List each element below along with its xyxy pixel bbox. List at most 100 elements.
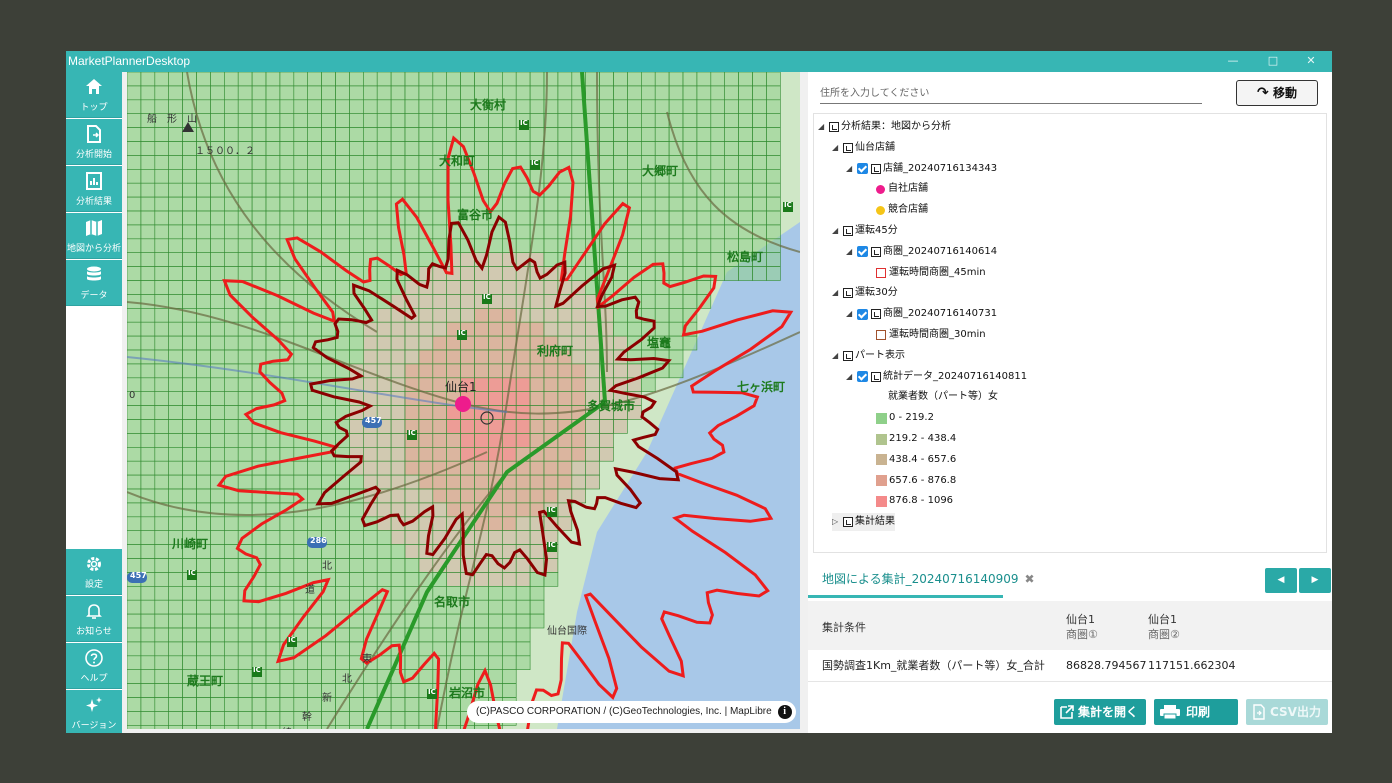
close-button[interactable]: ✕ (1298, 52, 1324, 70)
census-grid-cell (474, 460, 489, 476)
census-grid-cell (474, 321, 489, 337)
tree-node[interactable]: 自社店舗 (876, 180, 928, 198)
census-grid-cell (224, 446, 239, 462)
layer-checkbox[interactable] (857, 371, 868, 383)
nav-analysis-results[interactable]: 分析結果 (66, 166, 122, 212)
tree-node[interactable]: ◢ パート表示 (832, 347, 905, 365)
tab-map-aggregation[interactable]: 地図による集計_20240716140909 ✖ (808, 562, 1035, 598)
census-grid-cell (335, 113, 350, 128)
map-canvas[interactable] (127, 72, 800, 729)
tree-node[interactable]: 0 - 219.2 (876, 409, 934, 427)
census-grid-cell (237, 182, 253, 198)
tree-node[interactable]: ◢ 分析結果：地図から分析 (818, 118, 951, 136)
census-grid-cell (432, 474, 447, 490)
census-grid-cell (724, 266, 739, 281)
tree-node[interactable]: 876.8 - 1096 (876, 492, 953, 510)
census-grid-cell (224, 155, 239, 170)
tree-node[interactable]: ◢ 商圏_20240716140614 (846, 243, 997, 261)
census-grid-cell (404, 155, 420, 170)
next-page-button[interactable]: ▶ (1299, 568, 1331, 593)
prev-page-button[interactable]: ◀ (1265, 568, 1297, 593)
census-grid-cell (529, 502, 545, 518)
collapse-arrow-icon[interactable]: ◢ (832, 284, 840, 302)
tree-node[interactable]: 438.4 - 657.6 (876, 451, 956, 469)
tree-node[interactable]: ◢ 商圏_20240716140731 (846, 305, 997, 323)
collapse-arrow-icon[interactable]: ◢ (846, 305, 854, 323)
census-grid-cell (154, 669, 169, 684)
census-grid-cell (279, 460, 295, 476)
nav-version[interactable]: バージョン (66, 690, 122, 733)
tree-node[interactable]: 運転時間商圏_45min (876, 264, 986, 282)
nav-map-analysis[interactable]: 地図から分析 (66, 213, 122, 259)
map-view[interactable]: 大衡村 大和町 大郷町 富谷市 松島町 利府町 塩竈 七ヶ浜町 多賀城市 川崎町 名取市 蔵王町 岩沼市… (127, 72, 800, 729)
minimize-button[interactable]: — (1220, 52, 1246, 70)
layer-tree[interactable]: ◢ 分析結果：地図から分析 ◢ 仙台店舗 ◢ 店舗_20240716134343 自社店舗競… (813, 113, 1327, 553)
info-icon[interactable]: i (777, 705, 792, 719)
tree-node[interactable]: ◢ 店舗_20240716134343 (846, 160, 997, 178)
tree-node[interactable]: 就業者数（パート等）女 (876, 388, 998, 406)
census-grid-cell (293, 669, 309, 684)
census-grid-cell (613, 308, 628, 323)
collapse-arrow-icon[interactable]: ◢ (846, 160, 854, 178)
move-button[interactable]: ↷ 移動 (1236, 80, 1318, 106)
census-grid-cell (321, 113, 336, 128)
census-grid-cell (529, 363, 545, 379)
census-grid-cell (682, 127, 698, 142)
census-grid-cell (571, 210, 586, 226)
tree-node[interactable]: 219.2 - 438.4 (876, 430, 956, 448)
collapse-arrow-icon[interactable]: ◢ (818, 118, 826, 136)
open-aggregation-button[interactable]: 集計を開く (1054, 699, 1146, 725)
tree-node-label: 店舗_20240716134343 (883, 162, 998, 174)
nav-analysis-start[interactable]: 分析開始 (66, 119, 122, 165)
census-grid-cell (140, 182, 156, 198)
nav-top[interactable]: トップ (66, 72, 122, 118)
tree-node[interactable]: 657.6 - 876.8 (876, 472, 956, 490)
census-grid-cell (752, 182, 767, 198)
nav-data[interactable]: データ (66, 260, 122, 306)
nav-help[interactable]: ヘルプ (66, 643, 122, 689)
tree-node[interactable]: ▷ 集計結果 (832, 513, 895, 532)
csv-export-button[interactable]: CSV出力 (1246, 699, 1328, 725)
census-grid-cell (140, 683, 156, 698)
census-grid-cell (390, 113, 406, 128)
tree-node[interactable]: ◢ 統計データ_20240716140811 (846, 368, 1027, 386)
census-grid-cell (182, 196, 197, 212)
census-grid-cell (376, 460, 392, 476)
collapse-arrow-icon[interactable]: ◢ (832, 222, 840, 240)
collapse-arrow-icon[interactable]: ◢ (832, 347, 840, 365)
maximize-button[interactable]: □ (1260, 52, 1286, 70)
print-button[interactable]: 印刷 (1154, 699, 1238, 725)
nav-notifications[interactable]: お知らせ (66, 596, 122, 642)
tree-node[interactable]: 競合店舗 (876, 201, 928, 219)
census-grid-cell (182, 377, 197, 392)
collapse-arrow-icon[interactable]: ◢ (832, 139, 840, 157)
census-grid-cell (585, 252, 600, 267)
expand-arrow-icon[interactable]: ▷ (832, 513, 840, 531)
census-grid-cell (307, 99, 322, 114)
layer-checkbox[interactable] (857, 308, 868, 320)
census-grid-cell (127, 711, 142, 726)
attribution-text: (C)PASCO CORPORATION / (C)GeoTechnologie… (476, 706, 772, 717)
tab-close-icon[interactable]: ✖ (1025, 572, 1035, 586)
collapse-arrow-icon[interactable]: ◢ (846, 368, 854, 386)
census-grid-cell (182, 711, 197, 726)
address-input[interactable] (820, 84, 1202, 104)
census-grid-cell (168, 433, 183, 448)
census-grid-cell (210, 127, 225, 142)
table-row[interactable]: 国勢調査1Km_就業者数（パート等）女_合計 86828.794567 1171… (808, 650, 1332, 682)
census-grid-cell (515, 349, 531, 365)
collapse-arrow-icon[interactable]: ◢ (846, 243, 854, 261)
layer-checkbox[interactable] (857, 163, 868, 175)
map-place-label: 松島町 (727, 250, 764, 264)
layer-checkbox[interactable] (857, 246, 868, 258)
nav-settings[interactable]: 設定 (66, 549, 122, 595)
tree-node[interactable]: ◢ 運転45分 (832, 222, 898, 240)
tree-node[interactable]: ◢ 仙台店舗 (832, 139, 895, 157)
census-grid-cell (168, 391, 183, 406)
census-grid-cell (196, 655, 211, 670)
census-grid-cell (376, 169, 392, 184)
census-grid-cell (265, 182, 281, 198)
tree-node[interactable]: 運転時間商圏_30min (876, 326, 986, 344)
census-grid-cell (349, 238, 364, 254)
tree-node[interactable]: ◢ 運転30分 (832, 284, 898, 302)
